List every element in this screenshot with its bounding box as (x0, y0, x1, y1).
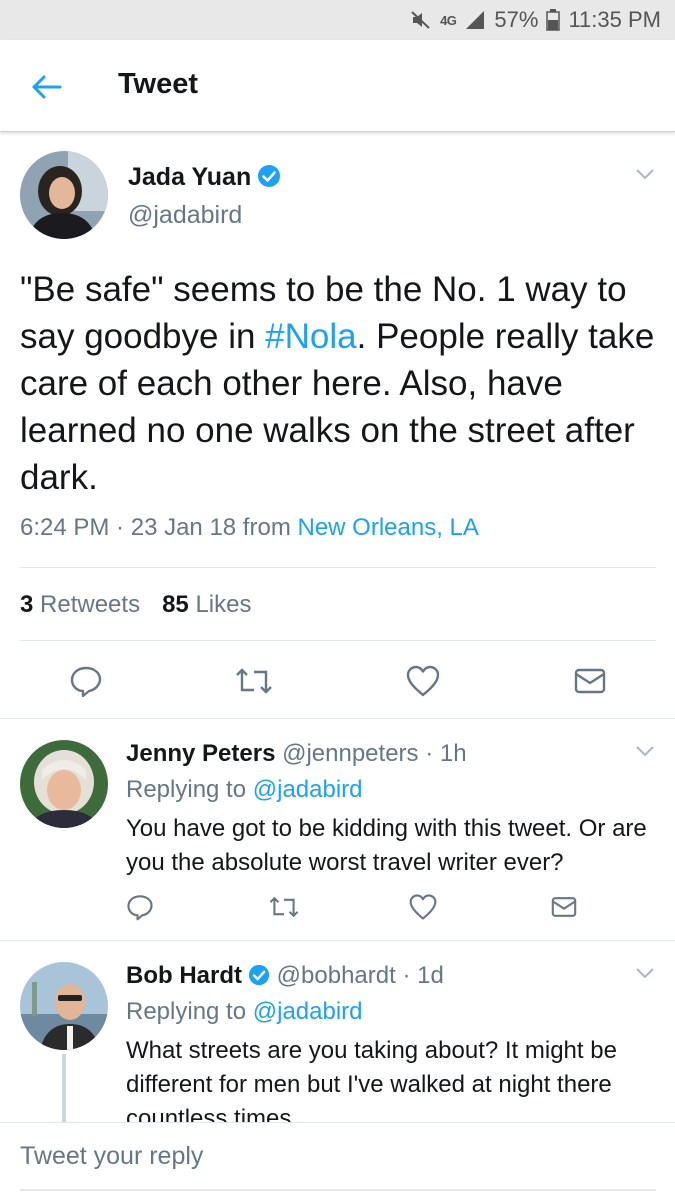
reply-time: 1h (439, 740, 467, 767)
retweets-count: 3 (20, 591, 34, 618)
meta-separator: · (418, 740, 440, 767)
tweet-menu-button[interactable] (635, 167, 655, 185)
status-bar: 4G 57% 11:35 PM (0, 0, 675, 40)
arrow-left-icon (32, 75, 62, 99)
tweet-time: 6:24 PM (20, 514, 110, 541)
replying-label: Replying to (126, 998, 253, 1025)
reply-time: 1d (417, 962, 444, 989)
tweet-menu-button[interactable] (635, 966, 655, 984)
direct-message-button[interactable] (570, 661, 610, 701)
verified-badge-icon (257, 164, 281, 195)
avatar[interactable] (20, 740, 108, 828)
envelope-icon (574, 668, 606, 694)
author-name-text: Jada Yuan (128, 163, 252, 191)
avatar[interactable] (20, 151, 108, 239)
reply-author-handle[interactable]: @bobhardt (277, 962, 396, 989)
direct-message-button[interactable] (548, 892, 580, 922)
thread-connector (62, 1054, 66, 1122)
tweet-text: "Be safe" seems to be the No. 1 way to s… (20, 266, 660, 501)
author-name[interactable]: Jada Yuan (128, 163, 281, 195)
mention-link[interactable]: @jadabird (253, 776, 363, 803)
reply-author-name[interactable]: Jenny Peters (126, 740, 275, 767)
network-label: 4G (440, 12, 457, 28)
meta-separator: · (109, 514, 131, 541)
main-tweet: Jada Yuan @jadabird "Be safe" seems to b… (0, 133, 675, 719)
likes-label: Likes (195, 591, 252, 618)
reply-author-handle[interactable]: @jennpeters (282, 740, 418, 767)
likes-stat[interactable]: 85 Likes (162, 591, 251, 618)
tweet-date: 23 Jan 18 (130, 514, 237, 541)
reply-actions (0, 892, 675, 922)
reply-composer (0, 1122, 675, 1200)
mention-link[interactable]: @jadabird (253, 998, 363, 1025)
verified-badge-icon (248, 964, 270, 993)
composer-underline (20, 1189, 656, 1191)
author-handle[interactable]: @jadabird (128, 201, 242, 230)
reply-header: Jenny Peters @jennpeters · 1h (126, 740, 467, 768)
heart-icon (406, 665, 440, 697)
mute-icon (410, 9, 432, 31)
meta-separator: · (395, 962, 418, 989)
reply-tweet[interactable]: Bob Hardt @bobhardt · 1d Replying to @ja… (0, 942, 675, 1122)
divider (20, 640, 656, 641)
battery-percent: 57% (494, 7, 539, 32)
battery-icon (546, 9, 561, 31)
location-link[interactable]: New Orleans, LA (297, 514, 478, 541)
app-header: Tweet (0, 40, 675, 132)
reply-bubble-icon (127, 895, 153, 921)
heart-icon (409, 894, 437, 920)
replying-to: Replying to @jadabird (126, 998, 363, 1026)
replying-to: Replying to @jadabird (126, 776, 363, 804)
tweet-stats: 3 Retweets 85 Likes (20, 591, 251, 619)
reply-author-name[interactable]: Bob Hardt (126, 962, 242, 989)
tweet-actions (0, 661, 675, 701)
reply-button[interactable] (124, 892, 156, 922)
status-icons: 4G 57% 11:35 PM (410, 7, 661, 33)
reply-input[interactable] (20, 1135, 655, 1177)
reply-text: You have got to be kidding with this twe… (126, 815, 647, 876)
reply-text: What streets are you taking about? It mi… (126, 1037, 617, 1122)
reply-tweet[interactable]: Jenny Peters @jennpeters · 1h Replying t… (0, 720, 675, 941)
retweets-stat[interactable]: 3 Retweets (20, 591, 140, 618)
retweet-button[interactable] (232, 661, 276, 701)
retweets-label: Retweets (40, 591, 141, 618)
chevron-down-icon (636, 169, 654, 180)
page-title: Tweet (118, 68, 199, 100)
tweet-meta: 6:24 PM · 23 Jan 18 from New Orleans, LA (20, 514, 479, 542)
tweet-menu-button[interactable] (635, 744, 655, 762)
retweet-icon (236, 668, 272, 694)
envelope-icon (551, 897, 577, 917)
from-label: from (236, 514, 298, 541)
reply-header: Bob Hardt @bobhardt · 1d (126, 962, 444, 993)
like-button[interactable] (401, 661, 445, 701)
network-type: 4G (440, 12, 457, 28)
divider (20, 567, 656, 568)
like-button[interactable] (406, 892, 440, 922)
reply-button[interactable] (66, 661, 106, 701)
hashtag-link[interactable]: #Nola (265, 317, 356, 356)
signal-icon (464, 9, 486, 31)
chevron-down-icon (636, 746, 654, 757)
likes-count: 85 (162, 591, 189, 618)
avatar[interactable] (20, 962, 108, 1050)
reply-bubble-icon (70, 666, 102, 698)
chevron-down-icon (636, 968, 654, 979)
retweet-icon (269, 896, 299, 918)
back-button[interactable] (26, 70, 66, 104)
replying-label: Replying to (126, 776, 253, 803)
clock: 11:35 PM (568, 7, 661, 32)
retweet-button[interactable] (266, 892, 302, 922)
